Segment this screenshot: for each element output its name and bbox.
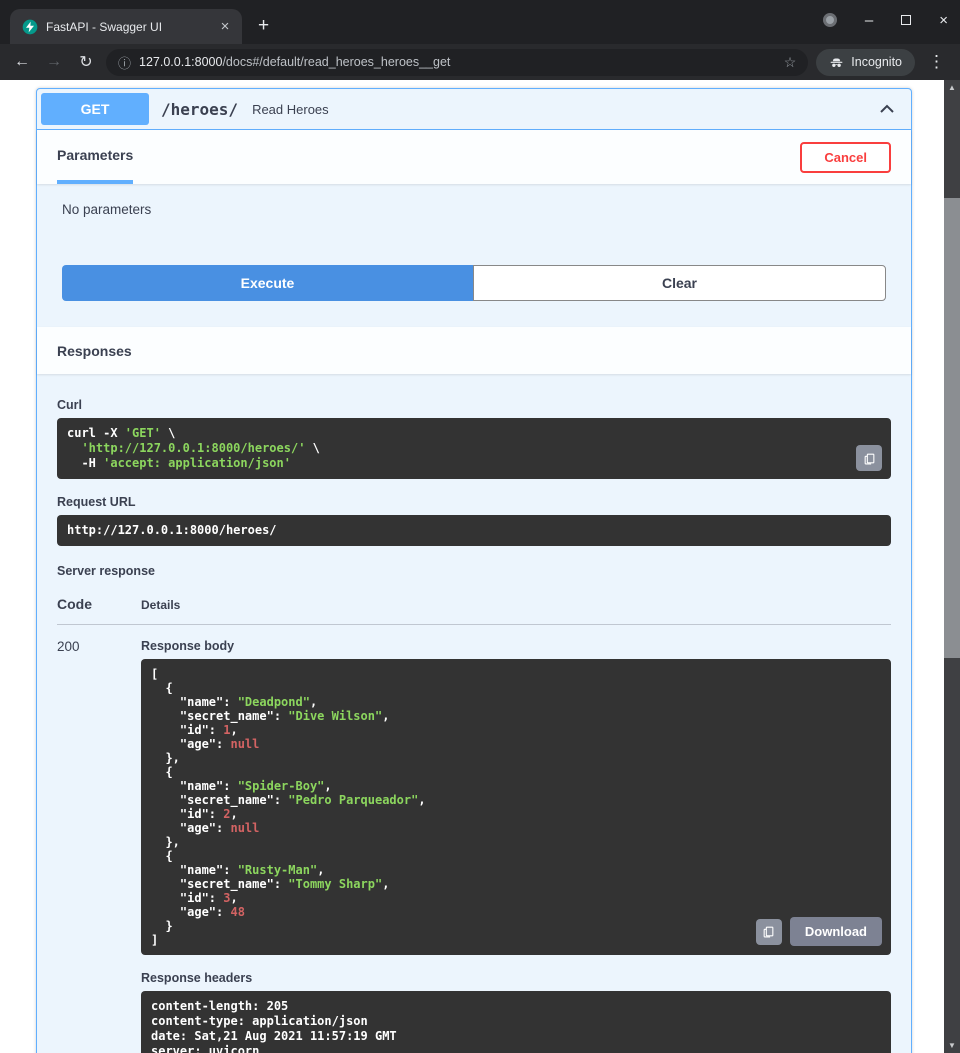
browser-update-icon[interactable] <box>823 13 837 27</box>
endpoint-path: /heroes/ <box>161 100 238 119</box>
incognito-icon <box>829 55 844 70</box>
request-url-label: Request URL <box>57 495 891 509</box>
incognito-label: Incognito <box>851 55 902 69</box>
tab-title: FastAPI - Swagger UI <box>46 20 208 34</box>
curl-command-text: curl -X 'GET' \ 'http://127.0.0.1:8000/h… <box>67 426 881 471</box>
details-column-header: Details <box>141 598 180 612</box>
reload-icon[interactable]: ↻ <box>74 52 98 72</box>
scroll-up-icon[interactable]: ▲ <box>944 80 960 95</box>
fastapi-favicon-icon <box>22 19 38 35</box>
execute-row: Execute Clear <box>62 265 886 301</box>
browser-menu-icon[interactable]: ⋮ <box>923 52 950 72</box>
bookmark-star-icon[interactable]: ☆ <box>784 54 797 71</box>
download-button[interactable]: Download <box>790 917 882 946</box>
curl-label: Curl <box>57 398 891 412</box>
response-headers-text: content-length: 205 content-type: applic… <box>151 999 881 1053</box>
clear-button[interactable]: Clear <box>473 265 886 301</box>
parameters-body: No parameters Execute Clear <box>37 184 911 327</box>
tab-bar: FastAPI - Swagger UI × + – × <box>0 0 960 44</box>
responses-title: Responses <box>57 343 132 359</box>
response-row-200: 200 Response body [ { "name": "Deadpond"… <box>57 625 891 1053</box>
copy-curl-button[interactable] <box>856 445 882 471</box>
opblock-get-heroes: GET /heroes/ Read Heroes Parameters Canc… <box>36 88 912 1053</box>
address-bar: ← → ↻ ⓘ 127.0.0.1:8000/docs#/default/rea… <box>0 44 960 80</box>
incognito-badge: Incognito <box>816 49 915 76</box>
browser-tab[interactable]: FastAPI - Swagger UI × <box>10 9 242 44</box>
execute-button[interactable]: Execute <box>62 265 473 301</box>
page-scrollbar[interactable]: ▲ ▼ <box>944 80 960 1053</box>
back-icon[interactable]: ← <box>10 53 34 71</box>
scrollbar-thumb[interactable] <box>944 198 960 658</box>
curl-command-block: curl -X 'GET' \ 'http://127.0.0.1:8000/h… <box>57 418 891 479</box>
cancel-button[interactable]: Cancel <box>800 142 891 173</box>
responses-body: Curl curl -X 'GET' \ 'http://127.0.0.1:8… <box>37 374 911 1053</box>
http-method-badge: GET <box>41 93 149 125</box>
response-body-json: [ { "name": "Deadpond", "secret_name": "… <box>151 667 881 947</box>
server-response-label: Server response <box>57 564 891 578</box>
window-close-button[interactable]: × <box>939 13 948 28</box>
tab-close-icon[interactable]: × <box>216 18 234 36</box>
window-maximize-button[interactable] <box>901 15 911 25</box>
response-details: Response body [ { "name": "Deadpond", "s… <box>141 639 891 1053</box>
url-text: 127.0.0.1:8000/docs#/default/read_heroes… <box>139 55 450 69</box>
response-table-header: Code Details <box>57 590 891 625</box>
response-body-label: Response body <box>141 639 891 653</box>
url-path: /docs#/default/read_heroes_heroes__get <box>222 55 450 69</box>
status-code: 200 <box>57 639 141 1053</box>
window-controls: – × <box>823 0 948 40</box>
site-info-icon[interactable]: ⓘ <box>118 53 131 72</box>
request-url-value: http://127.0.0.1:8000/heroes/ <box>67 523 881 538</box>
parameters-title: Parameters <box>57 130 133 184</box>
response-headers-label: Response headers <box>141 971 891 985</box>
opblock-summary[interactable]: GET /heroes/ Read Heroes <box>37 89 911 130</box>
collapse-chevron-icon[interactable] <box>877 99 897 119</box>
parameters-section-header: Parameters Cancel <box>37 130 911 184</box>
scroll-down-icon[interactable]: ▼ <box>944 1038 960 1053</box>
responses-section-header: Responses <box>37 327 911 374</box>
copy-response-button[interactable] <box>756 919 782 945</box>
url-host: 127.0.0.1:8000 <box>139 55 222 69</box>
forward-icon[interactable]: → <box>42 53 66 71</box>
endpoint-summary: Read Heroes <box>252 102 329 117</box>
no-parameters-text: No parameters <box>62 202 886 217</box>
response-headers-block: content-length: 205 content-type: applic… <box>141 991 891 1053</box>
code-column-header: Code <box>57 596 141 612</box>
response-body-block: [ { "name": "Deadpond", "secret_name": "… <box>141 659 891 955</box>
request-url-block: http://127.0.0.1:8000/heroes/ <box>57 515 891 546</box>
response-body-actions: Download <box>756 917 882 946</box>
new-tab-button[interactable]: + <box>258 17 269 35</box>
window-minimize-button[interactable]: – <box>865 13 873 28</box>
browser-window: FastAPI - Swagger UI × + – × ← → ↻ ⓘ 127… <box>0 0 960 1053</box>
url-field[interactable]: ⓘ 127.0.0.1:8000/docs#/default/read_hero… <box>106 49 808 76</box>
swagger-page: GET /heroes/ Read Heroes Parameters Canc… <box>0 80 960 1053</box>
